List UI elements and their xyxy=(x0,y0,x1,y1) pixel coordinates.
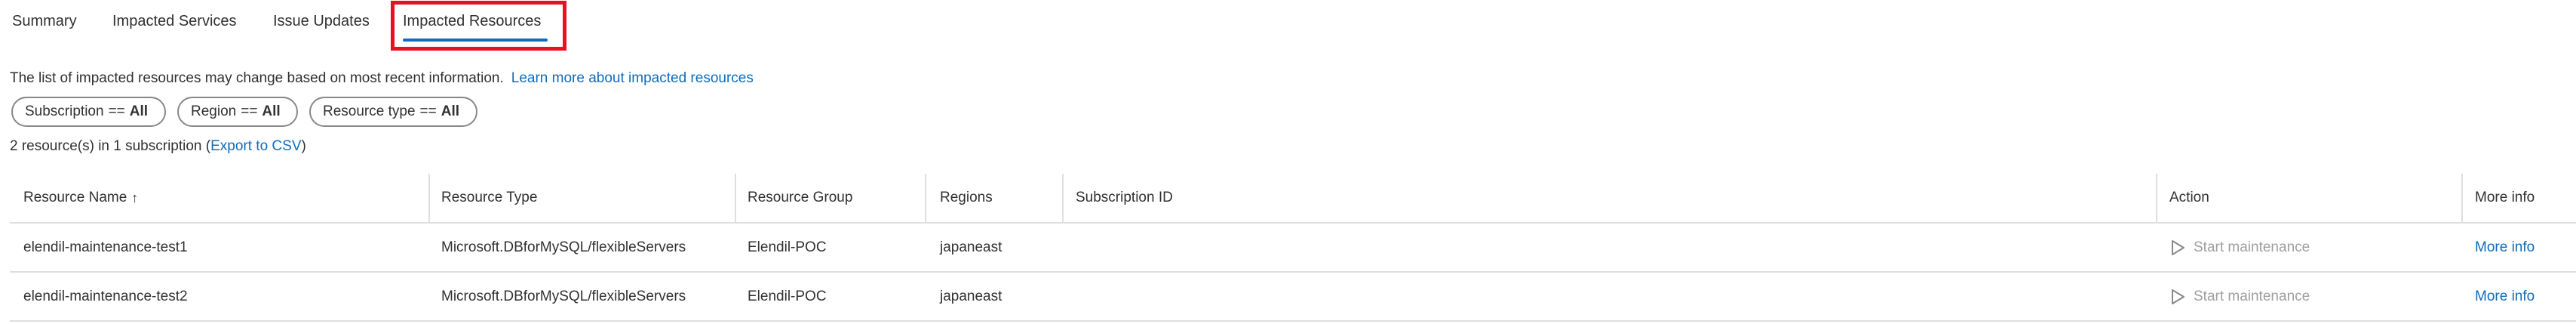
more-info-link[interactable]: More info xyxy=(2475,289,2535,305)
summary-suffix: ) xyxy=(301,138,306,154)
play-icon xyxy=(2172,289,2185,304)
resource-type-cell: Microsoft.DBforMySQL/flexibleServers xyxy=(441,239,686,255)
resource-group-cell: Elendil-POC xyxy=(748,239,827,255)
filter-operator: == xyxy=(419,103,437,119)
filter-value: All xyxy=(129,103,149,119)
filter-value: All xyxy=(262,103,281,119)
highlight-box xyxy=(391,1,566,51)
region-cell: japaneast xyxy=(940,288,1002,304)
column-header-regions[interactable]: Regions xyxy=(940,174,993,222)
tab-summary[interactable]: Summary xyxy=(12,11,77,32)
info-message: The list of impacted resources may chang… xyxy=(10,69,754,88)
tab-bar: Summary Impacted Services Issue Updates … xyxy=(0,0,2576,51)
resource-name-cell: elendil-maintenance-test1 xyxy=(23,239,188,255)
filter-key: Region xyxy=(191,103,237,119)
filter-resource-type-pill[interactable]: Resource type == All xyxy=(309,97,477,127)
action-cell: Start maintenance xyxy=(2169,273,2310,320)
start-maintenance-button[interactable]: Start maintenance xyxy=(2169,239,2310,256)
more-info-cell: More info xyxy=(2475,224,2535,271)
filter-key: Subscription xyxy=(25,103,104,119)
tab-impacted-services[interactable]: Impacted Services xyxy=(112,11,237,32)
play-icon xyxy=(2172,239,2185,255)
resource-group-cell: Elendil-POC xyxy=(748,288,827,304)
resource-count-summary: 2 resource(s) in 1 subscription (Export … xyxy=(10,137,306,156)
column-divider[interactable] xyxy=(1062,174,1064,222)
region-cell: japaneast xyxy=(940,239,1002,255)
column-header-subscription-id[interactable]: Subscription ID xyxy=(1076,174,1173,222)
column-divider[interactable] xyxy=(925,174,926,222)
table-row[interactable]: elendil-maintenance-test2 Microsoft.DBfo… xyxy=(10,273,2576,322)
start-maintenance-label: Start maintenance xyxy=(2194,288,2310,304)
resource-name-cell: elendil-maintenance-test2 xyxy=(23,288,188,304)
sort-ascending-icon: ↑ xyxy=(131,190,139,205)
filter-subscription-pill[interactable]: Subscription == All xyxy=(11,97,166,127)
column-divider[interactable] xyxy=(428,174,430,222)
column-header-more-info[interactable]: More info xyxy=(2475,174,2535,222)
filter-operator: == xyxy=(108,103,125,119)
export-csv-link[interactable]: Export to CSV xyxy=(210,138,301,154)
column-header-resource-name[interactable]: Resource Name ↑ xyxy=(23,174,138,222)
action-cell: Start maintenance xyxy=(2169,224,2310,271)
table-header-row: Resource Name ↑ Resource Type Resource Gr… xyxy=(10,174,2576,224)
column-divider[interactable] xyxy=(2156,174,2157,222)
filter-value: All xyxy=(441,103,459,119)
resource-type-cell: Microsoft.DBforMySQL/flexibleServers xyxy=(441,288,686,304)
column-header-resource-group[interactable]: Resource Group xyxy=(748,174,852,222)
more-info-cell: More info xyxy=(2475,273,2535,320)
info-text: The list of impacted resources may chang… xyxy=(10,70,504,86)
start-maintenance-button[interactable]: Start maintenance xyxy=(2169,289,2310,305)
column-header-resource-type[interactable]: Resource Type xyxy=(441,174,537,222)
column-divider[interactable] xyxy=(2461,174,2463,222)
column-header-action[interactable]: Action xyxy=(2169,174,2209,222)
table-row[interactable]: elendil-maintenance-test1 Microsoft.DBfo… xyxy=(10,224,2576,273)
column-divider[interactable] xyxy=(735,174,736,222)
learn-more-link[interactable]: Learn more about impacted resources xyxy=(511,70,754,86)
filter-operator: == xyxy=(241,103,258,119)
column-header-label: Resource Name xyxy=(23,190,127,205)
filter-key: Resource type xyxy=(323,103,416,119)
filter-region-pill[interactable]: Region == All xyxy=(177,97,298,127)
tab-issue-updates[interactable]: Issue Updates xyxy=(273,11,370,32)
impacted-resources-table: Resource Name ↑ Resource Type Resource Gr… xyxy=(10,174,2576,322)
summary-prefix: 2 resource(s) in 1 subscription ( xyxy=(10,138,211,154)
more-info-link[interactable]: More info xyxy=(2475,239,2535,256)
start-maintenance-label: Start maintenance xyxy=(2194,239,2310,255)
